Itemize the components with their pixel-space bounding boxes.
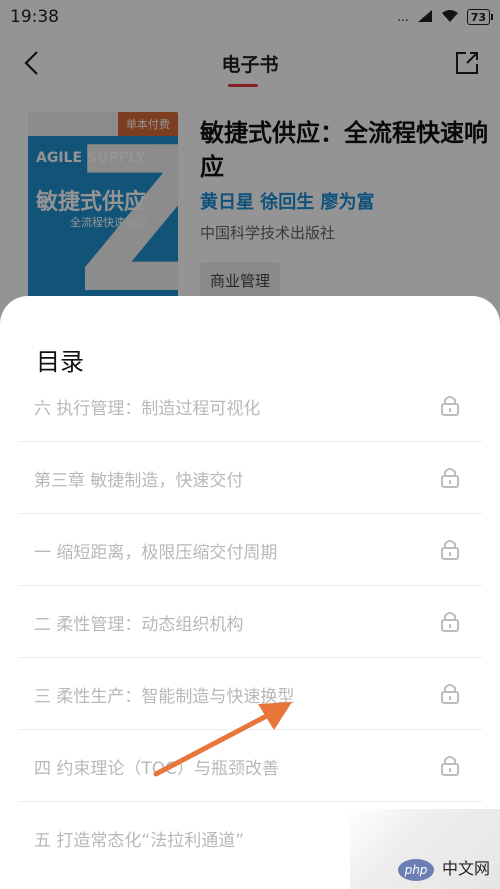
toc-item[interactable]: 二 柔性管理：动态组织机构 bbox=[18, 586, 482, 658]
toc-item-label: 五 打造常态化“法拉利通道” bbox=[34, 831, 245, 851]
toc-bottom-sheet: 目录 六 执行管理：制造过程可视化 第三章 敏捷制造，快速交付 一 缩短距离，极… bbox=[0, 296, 500, 889]
watermark-logo: php bbox=[398, 859, 434, 881]
watermark-text: 中文网 bbox=[441, 859, 490, 878]
toc-list: 六 执行管理：制造过程可视化 第三章 敏捷制造，快速交付 一 缩短距离，极限压缩… bbox=[0, 370, 500, 874]
toc-item[interactable]: 六 执行管理：制造过程可视化 bbox=[18, 370, 482, 442]
toc-item-label: 第三章 敏捷制造，快速交付 bbox=[34, 471, 244, 491]
annotation-arrow-icon bbox=[153, 702, 292, 777]
lock-icon bbox=[441, 468, 459, 488]
toc-item-label: 二 柔性管理：动态组织机构 bbox=[34, 615, 244, 635]
lock-icon bbox=[441, 684, 459, 704]
lock-icon bbox=[441, 612, 459, 632]
lock-icon bbox=[441, 540, 459, 560]
toc-item-label: 六 执行管理：制造过程可视化 bbox=[34, 399, 261, 419]
toc-item-label: 一 缩短距离，极限压缩交付周期 bbox=[34, 543, 278, 563]
lock-icon bbox=[441, 756, 459, 776]
toc-item[interactable]: 一 缩短距离，极限压缩交付周期 bbox=[18, 514, 482, 586]
lock-icon bbox=[441, 396, 459, 416]
toc-item[interactable]: 第三章 敏捷制造，快速交付 bbox=[18, 442, 482, 514]
watermark: php 中文网 bbox=[350, 809, 500, 889]
